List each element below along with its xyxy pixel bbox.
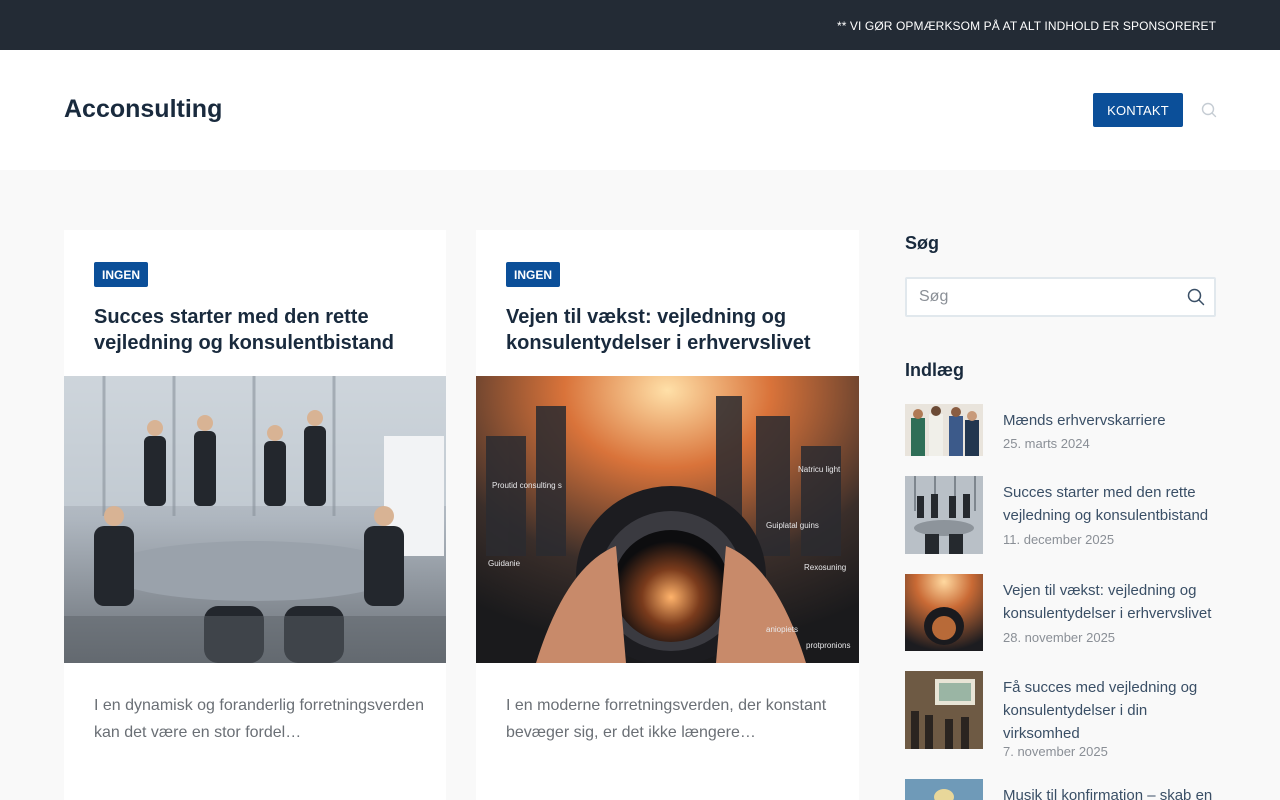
image-label: Guiplatal guins [766, 521, 819, 530]
sponsored-notice: ** VI GØR OPMÆRKSOM PÅ AT ALT INDHOLD ER… [836, 19, 1216, 33]
image-label: aniopiets [766, 625, 798, 634]
post-card: INGEN Succes starter med den rette vejle… [64, 230, 446, 800]
post-card-image[interactable] [64, 376, 446, 663]
post-thumbnail[interactable] [905, 476, 983, 554]
post-title[interactable]: Mænds erhvervskarriere [1003, 409, 1216, 432]
post-thumbnail[interactable] [905, 779, 983, 800]
post-date: 11. december 2025 [1003, 532, 1115, 547]
contact-button[interactable]: KONTAKT [1093, 93, 1183, 127]
top-notice-bar: ** VI GØR OPMÆRKSOM PÅ AT ALT INDHOLD ER… [0, 0, 1280, 50]
post-card-title[interactable]: Vejen til vækst: vejledning og konsulent… [506, 304, 836, 356]
post-title[interactable]: Vejen til vækst: vejledning og konsulent… [1003, 579, 1216, 625]
post-card-excerpt: I en moderne forretningsverden, der kons… [506, 697, 827, 741]
search-icon[interactable] [1201, 102, 1217, 118]
image-label: Natricu light [798, 465, 841, 474]
search-input[interactable] [919, 279, 1179, 315]
post-date: 28. november 2025 [1003, 630, 1116, 645]
image-label: protpronions [806, 641, 850, 650]
post-title[interactable]: Succes starter med den rette vejledning … [1003, 481, 1216, 527]
search-widget [905, 277, 1216, 317]
post-card-excerpt: I en dynamisk og foranderlig forretnings… [94, 697, 424, 741]
post-date: 25. marts 2024 [1003, 436, 1090, 451]
search-icon[interactable] [1187, 288, 1205, 306]
posts-widget-title: Indlæg [905, 360, 964, 380]
post-card-image[interactable]: Proutid consulting s Natricu light Guipl… [476, 376, 859, 663]
post-card-title[interactable]: Succes starter med den rette vejledning … [94, 304, 424, 356]
post-thumbnail[interactable] [905, 671, 983, 749]
image-label: Rexosuning [804, 563, 846, 572]
category-badge[interactable]: INGEN [94, 262, 149, 287]
site-header: Acconsulting KONTAKT [0, 50, 1280, 170]
post-title[interactable]: Få succes med vejledning og konsulentyde… [1003, 676, 1216, 745]
image-label: Guidanie [488, 559, 521, 568]
site-logo[interactable]: Acconsulting [64, 95, 222, 124]
post-date: 7. november 2025 [1003, 744, 1108, 759]
image-label: Proutid consulting s [492, 481, 562, 490]
post-title[interactable]: Musik til konfirmation – skab en [1003, 784, 1216, 800]
post-thumbnail[interactable] [905, 404, 983, 456]
post-card: INGEN Vejen til vækst: vejledning og kon… [476, 230, 859, 800]
search-widget-title: Søg [905, 233, 939, 253]
post-thumbnail[interactable] [905, 574, 983, 651]
category-badge[interactable]: INGEN [506, 262, 561, 287]
